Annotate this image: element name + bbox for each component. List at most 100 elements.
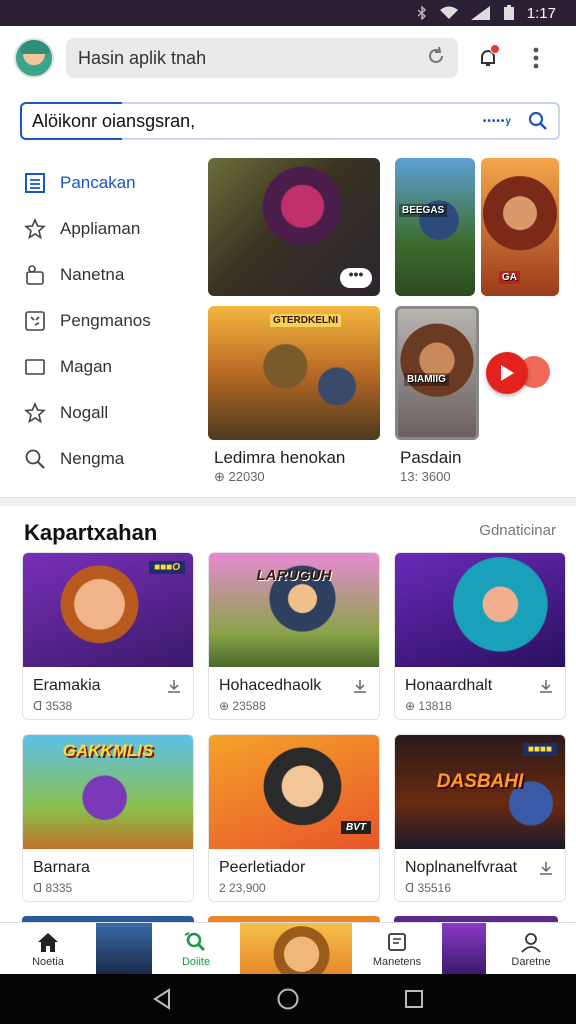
app-card-art: GAKKMLIS	[23, 735, 193, 849]
avatar[interactable]	[14, 38, 54, 78]
featured-title[interactable]: Ledimra henokan	[214, 448, 345, 468]
home-icon	[38, 932, 58, 952]
nav-label: Magan	[60, 357, 112, 376]
more-horiz-icon[interactable]: •••	[340, 267, 372, 288]
bluetooth-icon	[417, 6, 427, 20]
notifications-button[interactable]	[470, 40, 506, 76]
square-icon	[25, 359, 45, 375]
category-section: Kapartxahan Gdnaticinar ■■■O Eramakia ᗡ …	[0, 506, 576, 922]
app-card-art-text: LARUGUH	[256, 567, 332, 584]
app-card-name: Barnara	[33, 859, 90, 876]
app-card-name: Hohacedhaolk	[219, 677, 322, 694]
search-hint: •••••y	[482, 115, 512, 127]
bottom-nav-home[interactable]: Noetia	[0, 923, 96, 975]
app-card-name: Noplnanelfvraat	[405, 859, 518, 876]
app-top-bar: Hasin aplik tnah	[0, 26, 576, 90]
recents-icon[interactable]	[404, 989, 424, 1009]
battery-icon	[503, 5, 515, 21]
featured-art-card[interactable]: GTERDKELNI	[208, 306, 380, 440]
nav-item-pancakan[interactable]: Pancakan	[24, 160, 194, 206]
app-card-art: LARUGUH	[209, 553, 379, 667]
signal-icon	[470, 6, 491, 20]
app-card[interactable]: ■■■■ DASBAHI Noplnanelfvraat ᗡ 35516	[394, 734, 566, 902]
list-icon	[25, 173, 45, 193]
nav-item-nogall[interactable]: Nogall	[24, 390, 194, 436]
app-card-art: ■■■O	[23, 553, 193, 667]
nav-label: Nengma	[60, 449, 125, 468]
more-options-button[interactable]	[518, 40, 554, 76]
status-time: 1:17	[526, 4, 556, 22]
featured-title[interactable]: Pasdain	[400, 448, 461, 468]
nav-label: Appliaman	[60, 219, 141, 238]
app-card[interactable]: Honaardhalt ⊕ 13818	[394, 552, 566, 720]
notification-badge	[490, 44, 500, 54]
download-icon[interactable]	[539, 679, 553, 693]
app-card-name: Eramakia	[33, 677, 101, 694]
app-card-tag: BVT	[341, 821, 371, 834]
bottom-nav-library[interactable]: Manetens	[352, 923, 442, 975]
omnibox[interactable]: Hasin aplik tnah	[66, 38, 458, 78]
star-icon	[24, 402, 46, 424]
section-title: Kapartxahan	[24, 520, 158, 545]
nav-label: Pancakan	[60, 173, 136, 192]
featured-art-thumb[interactable]: GA	[481, 158, 559, 296]
art-overlay-text: BIAMIIG	[404, 373, 449, 386]
back-icon[interactable]	[152, 988, 172, 1010]
star-outline-icon	[24, 218, 46, 240]
nav-item-magan[interactable]: Magan	[24, 344, 194, 390]
app-card-art: BVT	[209, 735, 379, 849]
section-more-link[interactable]: Gdnaticinar	[479, 522, 556, 539]
app-card-art-text: GAKKMLIS	[62, 741, 154, 760]
bottom-nav-art	[240, 923, 352, 975]
search-icon	[25, 449, 45, 469]
app-card[interactable]: ■■■O Eramakia ᗡ 3538	[22, 552, 194, 720]
browse-panel: Alöikonr oiansgsran, •••••y Pancakan App…	[0, 90, 576, 498]
app-card-name: Peerletiador	[219, 859, 306, 876]
app-card-meta: ⊕ 23588	[219, 699, 266, 713]
play-button[interactable]	[486, 352, 528, 394]
refresh-icon[interactable]	[426, 46, 446, 71]
play-icon	[501, 365, 514, 381]
art-overlay-text: GTERDKELNI	[270, 314, 341, 327]
art-overlay-text: GA	[499, 271, 520, 284]
app-card-art-text: DASBAHI	[436, 771, 524, 792]
system-nav-bar	[0, 974, 576, 1024]
home-circle-icon[interactable]	[276, 987, 300, 1011]
app-card[interactable]: LARUGUH Hohacedhaolk ⊕ 23588	[208, 552, 380, 720]
download-icon[interactable]	[539, 861, 553, 875]
bottom-nav-profile[interactable]: Daretne	[486, 923, 576, 975]
expand-icon	[25, 311, 45, 331]
app-card-meta: ᗡ 35516	[405, 881, 451, 895]
app-card-meta: 2 23,900	[219, 881, 266, 895]
download-icon[interactable]	[353, 679, 367, 693]
featured-art-card[interactable]: BIAMIIG	[395, 306, 479, 440]
nav-item-pengmanos[interactable]: Pengmanos	[24, 298, 194, 344]
art-overlay-text: BEEGAS	[399, 204, 448, 217]
apps-icon	[26, 265, 44, 285]
nav-item-nanetna[interactable]: Nanetna	[24, 252, 194, 298]
search-green-icon	[184, 931, 206, 951]
app-card[interactable]: GAKKMLIS Barnara ᗡ 8335	[22, 734, 194, 902]
bottom-nav: Noetia Doiite Manetens Daretne	[0, 922, 576, 975]
search-input[interactable]: Alöikonr oiansgsran, •••••y	[20, 102, 560, 140]
featured-art-thumb[interactable]: BEEGAS	[395, 158, 475, 296]
app-card-meta: ᗡ 3538	[33, 699, 73, 713]
status-bar: 1:17	[0, 0, 576, 26]
app-card-meta: ᗡ 8335	[33, 881, 73, 895]
nav-label: Nanetna	[60, 265, 125, 284]
bottom-nav-label: Daretne	[511, 955, 551, 968]
app-card[interactable]: BVT Peerletiador 2 23,900	[208, 734, 380, 902]
bottom-nav-art	[96, 923, 152, 975]
search-icon[interactable]	[528, 111, 548, 131]
nav-label: Nogall	[60, 403, 109, 422]
featured-meta: 13: 3600	[400, 469, 451, 484]
bottom-nav-search[interactable]: Doiite	[152, 923, 240, 975]
featured-meta: ⊕ 22030	[214, 469, 265, 484]
nav-label: Pengmanos	[60, 311, 151, 330]
nav-item-nengma[interactable]: Nengma	[24, 436, 194, 482]
nav-item-appliaman[interactable]: Appliaman	[24, 206, 194, 252]
featured-art-hero[interactable]: •••	[208, 158, 380, 296]
bottom-nav-label: Manetens	[372, 955, 422, 968]
download-icon[interactable]	[167, 679, 181, 693]
app-card-art: ■■■■ DASBAHI	[395, 735, 565, 849]
